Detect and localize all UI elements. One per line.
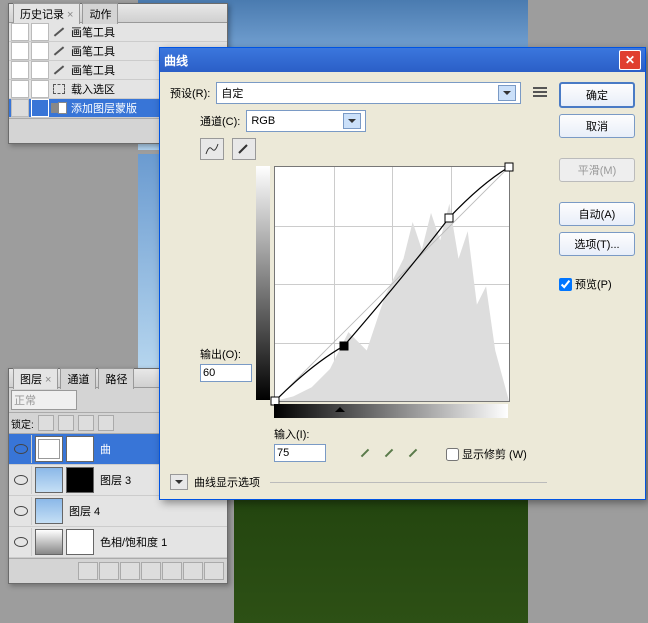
eyedropper-group: [356, 444, 422, 462]
pencil-tool-icon[interactable]: [232, 138, 256, 160]
curve-point[interactable]: [445, 213, 454, 222]
link-icon[interactable]: [78, 562, 98, 580]
visibility-icon[interactable]: [11, 528, 32, 556]
expand-curve-options-icon[interactable]: [170, 474, 188, 490]
output-input[interactable]: [200, 364, 252, 382]
visibility-icon[interactable]: [11, 435, 32, 463]
eyedropper-gray-icon[interactable]: [380, 444, 398, 462]
title-bar[interactable]: 曲线 ✕: [160, 48, 645, 72]
preset-label: 预设(R):: [170, 85, 210, 101]
output-label: 输出(O):: [200, 346, 252, 362]
preset-menu-icon[interactable]: [533, 87, 547, 99]
input-slider-handle[interactable]: [335, 402, 345, 412]
preset-value: 自定: [221, 85, 243, 101]
preview-checkbox[interactable]: 预览(P): [559, 276, 635, 292]
visibility-icon[interactable]: [11, 497, 32, 525]
lock-transparent-icon[interactable]: [38, 415, 54, 431]
fx-icon[interactable]: [99, 562, 119, 580]
channel-select[interactable]: RGB: [246, 110, 366, 132]
eyedropper-black-icon[interactable]: [356, 444, 374, 462]
options-button[interactable]: 选项(T)...: [559, 232, 635, 256]
layers-footer: [9, 558, 227, 583]
layer-row[interactable]: 图层 4: [9, 496, 227, 527]
curves-dialog: 曲线 ✕ 预设(R): 自定 通道(C): RGB: [159, 47, 646, 500]
channel-label: 通道(C):: [200, 113, 240, 129]
history-item-label: 画笔工具: [71, 62, 115, 78]
lock-all-icon[interactable]: [98, 415, 114, 431]
history-item-label: 载入选区: [71, 81, 115, 97]
layer-mask-thumb[interactable]: [66, 467, 94, 493]
trash-icon[interactable]: [204, 562, 224, 580]
lock-label: 锁定:: [11, 416, 34, 431]
mask-icon: [51, 100, 67, 116]
history-item-label: 画笔工具: [71, 24, 115, 40]
layer-mask-thumb[interactable]: [66, 529, 94, 555]
layer-thumb[interactable]: [35, 498, 63, 524]
layer-thumb[interactable]: [35, 467, 63, 493]
selection-icon: [51, 81, 67, 97]
vertical-gradient-bar: [256, 166, 270, 400]
history-panel-header[interactable]: 历史记录 动作: [9, 4, 227, 23]
eyedropper-white-icon[interactable]: [404, 444, 422, 462]
tab-layers[interactable]: 图层: [13, 368, 58, 389]
lock-brush-icon[interactable]: [58, 415, 74, 431]
curve-graph[interactable]: [274, 166, 510, 402]
brush-icon: [51, 62, 67, 78]
curve-display-options-label: 曲线显示选项: [194, 474, 260, 490]
curve-point[interactable]: [505, 163, 514, 172]
layer-name: 色相/饱和度 1: [100, 534, 167, 550]
tab-actions[interactable]: 动作: [82, 3, 118, 24]
brush-icon: [51, 24, 67, 40]
layer-name: 图层 3: [100, 472, 131, 488]
cancel-button[interactable]: 取消: [559, 114, 635, 138]
show-clipping-label: 显示修剪 (W): [462, 446, 527, 462]
close-icon[interactable]: ✕: [619, 50, 641, 70]
blend-mode-select[interactable]: 正常: [11, 390, 77, 410]
layer-thumb-hue[interactable]: [35, 529, 63, 555]
adjustment-icon[interactable]: [141, 562, 161, 580]
curve-line: [275, 167, 509, 401]
history-item-label: 添加图层蒙版: [71, 100, 137, 116]
history-item[interactable]: 画笔工具: [9, 23, 227, 42]
layer-name: 图层 4: [69, 503, 100, 519]
brush-icon: [51, 43, 67, 59]
smooth-button: 平滑(M): [559, 158, 635, 182]
folder-icon[interactable]: [162, 562, 182, 580]
horizontal-gradient-bar: [274, 404, 508, 418]
channel-value: RGB: [251, 115, 275, 127]
tab-paths[interactable]: 路径: [98, 368, 134, 389]
visibility-icon[interactable]: [11, 466, 32, 494]
preview-label: 预览(P): [575, 276, 612, 292]
history-item-label: 画笔工具: [71, 43, 115, 59]
layer-name: 曲: [100, 441, 111, 457]
lock-move-icon[interactable]: [78, 415, 94, 431]
layer-thumb-curves[interactable]: [35, 436, 63, 462]
dialog-title: 曲线: [164, 52, 188, 69]
input-label: 输入(I):: [274, 426, 326, 442]
layer-row[interactable]: 色相/饱和度 1: [9, 527, 227, 558]
auto-button[interactable]: 自动(A): [559, 202, 635, 226]
chevron-down-icon: [343, 113, 361, 129]
tab-history[interactable]: 历史记录: [13, 3, 80, 24]
ok-button[interactable]: 确定: [559, 82, 635, 108]
curve-tool-icon[interactable]: [200, 138, 224, 160]
input-input[interactable]: [274, 444, 326, 462]
mask-add-icon[interactable]: [120, 562, 140, 580]
layer-mask-thumb[interactable]: [66, 436, 94, 462]
chevron-down-icon: [498, 85, 516, 101]
show-clipping-checkbox[interactable]: 显示修剪 (W): [446, 446, 527, 462]
curve-point-selected[interactable]: [339, 342, 348, 351]
new-layer-icon[interactable]: [183, 562, 203, 580]
preset-select[interactable]: 自定: [216, 82, 521, 104]
tab-channels[interactable]: 通道: [60, 368, 96, 389]
